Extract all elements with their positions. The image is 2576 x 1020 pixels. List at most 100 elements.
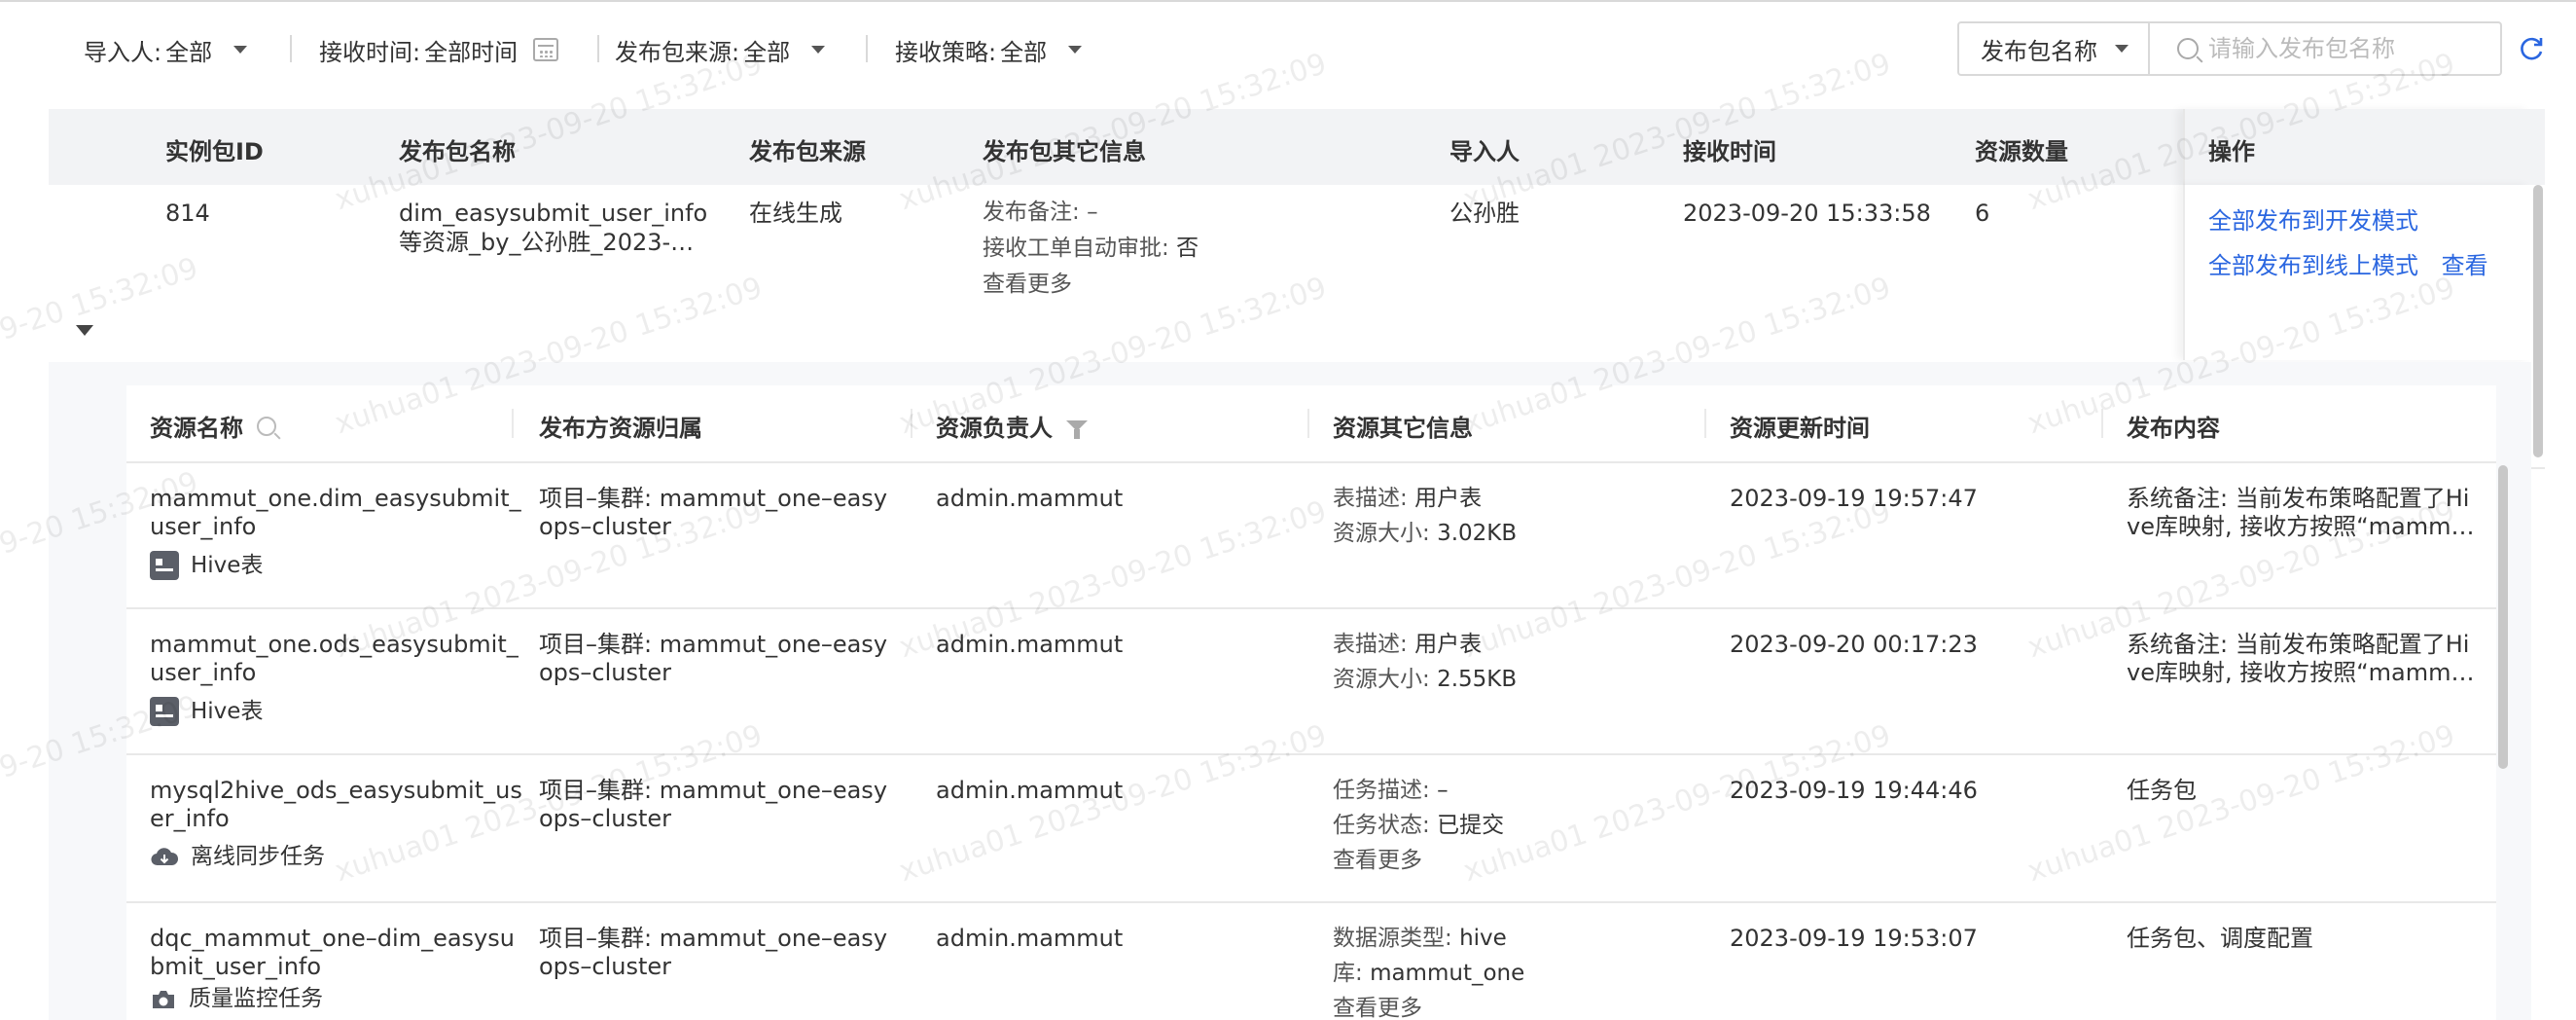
info-label: 数据源类型: [1333,926,1452,951]
column-header-update-time: 资源更新时间 [1730,415,1870,442]
package-resource-count: 6 [1975,200,1990,227]
resource-name-line1: mammut_one.ods_easysubmit_ [150,631,519,658]
info-label: 任务描述: [1333,778,1430,803]
resource-type: 离线同步任务 [150,843,522,871]
divider [1307,409,1309,438]
resource-table-header: 资源名称 发布方资源归属 资源负责人 资源其它信息 资源更新时间 发布内容 [126,385,2496,463]
info-label: 表描述: [1333,632,1408,657]
resource-type: 质量监控任务 [150,985,515,1013]
column-header-name: 发布包名称 [399,138,516,165]
column-header-resource-name: 资源名称 [150,409,276,443]
actions-line2: 全部发布到线上模式 查看 [2208,251,2488,280]
importer-filter-label: 导入人: [84,38,162,66]
resource-owner: admin.mammut [936,631,1124,658]
resource-name-line1: mysql2hive_ods_easysubmit_us [150,777,522,804]
auto-approve-value: 否 [1176,236,1199,261]
resource-name-line2: user_info [150,659,257,686]
view-more-link[interactable]: 查看更多 [983,267,1199,303]
strategy-filter[interactable]: 接收策略: 全部 [895,35,1083,66]
divider [911,409,912,438]
column-header-id: 实例包ID [165,138,264,165]
table-row: mammut_one.ods_easysubmit_ user_info Hiv… [126,609,2496,755]
resource-other-info: 任务描述: – 任务状态: 已提交 查看更多 [1333,773,1504,878]
info-line: 任务状态: 已提交 [1333,808,1504,843]
resource-type-label: 质量监控任务 [189,986,323,1011]
info-value: 2.55KB [1437,667,1518,692]
owner-scope-line2: ops–cluster [539,953,672,980]
inner-scrollbar[interactable] [2498,465,2508,769]
info-label: 库: [1333,961,1363,986]
search-input[interactable] [2208,35,2490,62]
camera-monitor-icon [153,990,174,1008]
divider [290,35,292,62]
outer-scrollbar[interactable] [2533,185,2543,457]
cloud-sync-icon [151,847,179,865]
package-id: 814 [165,200,210,227]
remark-label: 发布备注: [983,200,1080,225]
resource-update-time: 2023-09-20 00:17:23 [1730,631,1978,658]
divider [597,35,599,62]
resource-name[interactable]: mysql2hive_ods_easysubmit_us er_info 离线同… [150,777,522,871]
resource-name[interactable]: mammut_one.ods_easysubmit_ user_info Hiv… [150,631,519,726]
info-value: 已提交 [1437,813,1505,838]
importer-filter[interactable]: 导入人: 全部 [84,35,248,66]
expand-row-icon[interactable] [76,325,93,336]
resource-type-label: Hive表 [191,698,264,724]
owner-scope: 项目–集群: mammut_one–easy ops–cluster [539,485,887,541]
info-label: 资源大小: [1333,667,1430,692]
calendar-icon[interactable] [533,38,559,61]
auto-approve-line: 接收工单自动审批: 否 [983,231,1199,267]
column-header-resource-count: 资源数量 [1975,138,2068,165]
resource-other-info: 表描述: 用户表 资源大小: 2.55KB [1333,627,1517,697]
resource-name-line2: bmit_user_info [150,953,322,980]
owner-scope-line2: ops–cluster [539,805,672,832]
package-other-info: 发布备注: – 接收工单自动审批: 否 查看更多 [983,195,1199,303]
column-header-other-info: 资源其它信息 [1333,415,1473,442]
chevron-down-icon [811,46,826,54]
divider [866,35,868,62]
publish-all-online-button[interactable]: 全部发布到线上模式 [2208,252,2418,279]
view-more-link[interactable]: 查看更多 [1333,843,1504,878]
receive-time-filter[interactable]: 接收时间: 全部时间 [319,35,559,66]
owner-scope-line2: ops–cluster [539,659,672,686]
package-name[interactable]: dim_easysubmit_user_info 等资源_by_公孙胜_2023… [399,199,707,257]
search-icon[interactable] [257,416,276,436]
release-content-line1: 系统备注: 当前发布策略配置了Hi [2127,631,2470,658]
publish-all-dev-button[interactable]: 全部发布到开发模式 [2208,206,2418,236]
resource-owner: admin.mammut [936,777,1124,804]
resource-type: Hive表 [150,551,521,580]
resource-name[interactable]: dqc_mammut_one–dim_easysu bmit_user_info… [150,925,515,1013]
chevron-down-icon [233,46,248,54]
info-label: 任务状态: [1333,813,1430,838]
remark-line: 发布备注: – [983,195,1199,231]
column-header-source: 发布包来源 [749,138,866,165]
info-label: 资源大小: [1333,521,1430,546]
actions-cell: 全部发布到开发模式 全部发布到线上模式 查看 [2183,185,2531,360]
refresh-icon[interactable] [2518,35,2545,62]
remark-value: – [1087,200,1098,225]
view-button[interactable]: 查看 [2442,252,2488,279]
source-filter[interactable]: 发布包来源: 全部 [615,35,826,66]
filter-icon[interactable] [1066,420,1088,439]
filter-bar: 导入人: 全部 接收时间: 全部时间 发布包来源: 全部 接收策略: 全部 发布… [0,0,2576,97]
owner-scope: 项目–集群: mammut_one–easy ops–cluster [539,925,887,981]
search-field-select[interactable]: 发布包名称 [1957,21,2150,76]
strategy-filter-value: 全部 [1000,38,1048,66]
resource-update-time: 2023-09-19 19:53:07 [1730,925,1978,952]
divider [512,409,514,438]
resource-name-line1: dqc_mammut_one–dim_easysu [150,925,515,952]
release-content: 系统备注: 当前发布策略配置了Hi ve库映射, 接收方按照“mamm… [2127,631,2475,687]
resource-name[interactable]: mammut_one.dim_easysubmit_ user_info Hiv… [150,485,521,580]
search-icon [2177,38,2199,59]
table-row: mammut_one.dim_easysubmit_ user_info Hiv… [126,463,2496,609]
release-content-line2: ve库映射, 接收方按照“mamm… [2127,659,2475,686]
owner-scope-line1: 项目–集群: mammut_one–easy [539,485,888,512]
owner-scope: 项目–集群: mammut_one–easy ops–cluster [539,631,887,687]
resource-owner: admin.mammut [936,485,1124,512]
column-header-owner-label: 资源负责人 [936,415,1053,442]
column-header-owner-scope: 发布方资源归属 [539,415,702,442]
owner-scope-line1: 项目–集群: mammut_one–easy [539,631,888,658]
resource-update-time: 2023-09-19 19:57:47 [1730,485,1978,512]
view-more-link[interactable]: 查看更多 [1333,991,1524,1020]
info-value: – [1437,778,1449,803]
